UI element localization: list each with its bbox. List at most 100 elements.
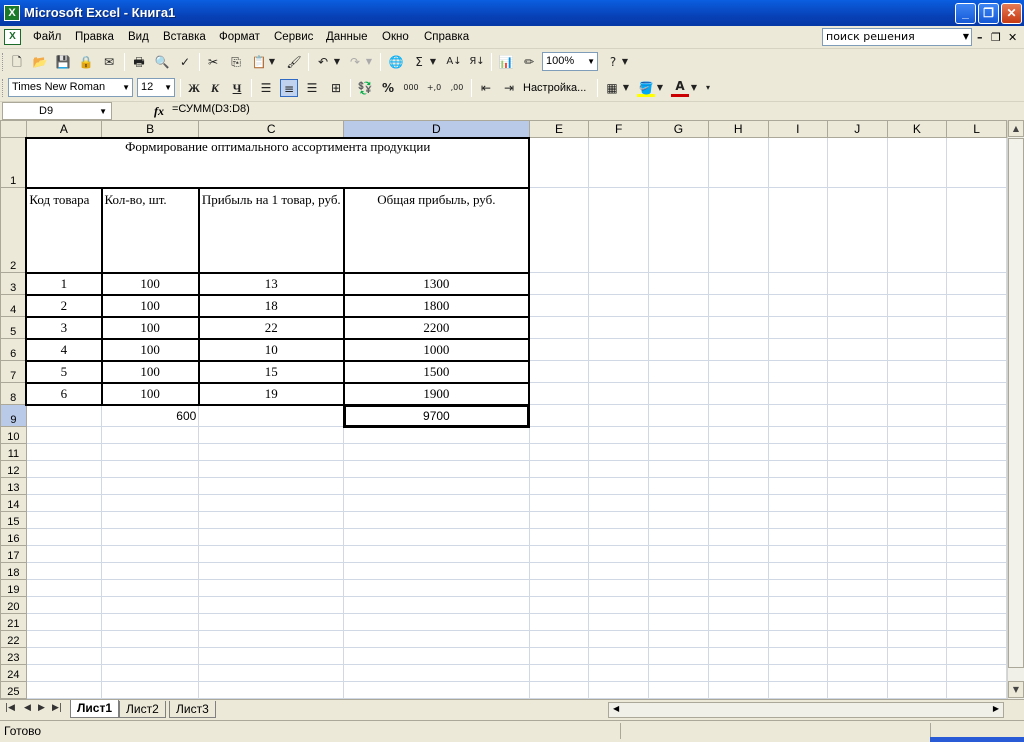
help-search-input[interactable]: поиск решения ▼ [822, 28, 972, 46]
row-header[interactable]: 9 [0, 404, 27, 427]
cell[interactable] [588, 404, 649, 427]
col-header-d[interactable]: D [343, 120, 530, 138]
cell[interactable] [198, 613, 345, 631]
cell[interactable] [100, 528, 200, 546]
cell[interactable] [826, 511, 888, 529]
fill-color-icon[interactable]: 🪣 [637, 79, 655, 97]
cell[interactable] [25, 681, 103, 699]
cell[interactable] [588, 528, 649, 546]
cell[interactable] [767, 511, 828, 529]
cell[interactable] [648, 294, 709, 317]
cell-code[interactable]: 6 [25, 381, 103, 406]
cell[interactable] [826, 360, 888, 383]
cell[interactable] [343, 613, 530, 631]
cell[interactable] [826, 294, 888, 317]
cell[interactable] [946, 460, 1007, 478]
row-header[interactable]: 8 [0, 382, 27, 405]
cell[interactable] [588, 460, 649, 478]
cell[interactable] [648, 664, 709, 682]
cell[interactable] [707, 338, 769, 361]
cell[interactable] [826, 613, 888, 631]
row-header[interactable]: 20 [0, 596, 27, 614]
cell[interactable] [198, 511, 345, 529]
cell[interactable] [648, 477, 709, 495]
cell[interactable] [100, 562, 200, 580]
cell[interactable] [826, 187, 888, 273]
cell[interactable] [588, 545, 649, 563]
cell[interactable] [946, 545, 1007, 563]
cell[interactable] [528, 681, 590, 699]
chart-wizard-icon[interactable]: 📊 [497, 53, 515, 71]
cell[interactable] [767, 613, 828, 631]
cell-code[interactable]: 5 [25, 359, 103, 384]
cell-unit-profit[interactable]: 22 [197, 315, 345, 340]
cell[interactable] [588, 426, 649, 444]
cell[interactable] [886, 494, 948, 512]
cell[interactable] [528, 511, 590, 529]
cell[interactable] [886, 382, 948, 405]
cell[interactable] [767, 545, 828, 563]
cell[interactable] [198, 494, 345, 512]
cell[interactable] [886, 579, 948, 597]
cell[interactable] [826, 562, 888, 580]
cell[interactable] [25, 664, 103, 682]
row-header[interactable]: 21 [0, 613, 27, 631]
font-size-select[interactable]: 12 ▼ [137, 78, 175, 97]
cell-unit-profit[interactable]: 18 [197, 293, 345, 318]
menu-window[interactable]: Окно [382, 31, 409, 43]
cell[interactable] [886, 272, 948, 295]
cell-total-profit[interactable]: 1900 [342, 381, 531, 406]
cell[interactable] [767, 443, 828, 461]
cell[interactable] [886, 360, 948, 383]
cell[interactable] [886, 647, 948, 665]
cell[interactable] [343, 528, 530, 546]
cell[interactable] [648, 404, 709, 427]
cell[interactable] [886, 477, 948, 495]
row-header[interactable]: 5 [0, 316, 27, 339]
row-header[interactable]: 4 [0, 294, 27, 317]
cell[interactable] [100, 647, 200, 665]
cell[interactable] [767, 404, 828, 427]
cell[interactable] [25, 579, 103, 597]
cell[interactable] [826, 137, 888, 188]
cell[interactable] [588, 630, 649, 648]
row-header[interactable]: 15 [0, 511, 27, 529]
print-preview-icon[interactable]: 🔍 [153, 53, 171, 71]
row-header[interactable]: 6 [0, 338, 27, 361]
row-header[interactable]: 23 [0, 647, 27, 665]
cell[interactable] [767, 647, 828, 665]
tab-sheet1[interactable]: Лист1 [70, 700, 120, 718]
cell[interactable] [826, 460, 888, 478]
scroll-left-icon[interactable]: ◀ [613, 704, 619, 713]
cell[interactable] [648, 382, 709, 405]
cell[interactable] [100, 477, 200, 495]
last-sheet-icon[interactable]: ▶| [52, 703, 62, 713]
cell[interactable] [588, 338, 649, 361]
toolbar-options-button[interactable]: Настройка... [523, 82, 586, 94]
cell[interactable] [588, 137, 649, 188]
cell[interactable] [198, 545, 345, 563]
cell[interactable] [767, 596, 828, 614]
cell-unit-profit[interactable]: 13 [197, 271, 345, 296]
cell-quantity[interactable]: 100 [100, 271, 200, 296]
cell[interactable] [826, 630, 888, 648]
cell[interactable] [588, 494, 649, 512]
cell[interactable] [528, 382, 590, 405]
row-header[interactable]: 24 [0, 664, 27, 682]
cell-unit-profit[interactable]: 15 [197, 359, 345, 384]
menu-data[interactable]: Данные [326, 31, 368, 43]
prev-sheet-icon[interactable]: ◀ [24, 703, 31, 713]
cell[interactable] [946, 630, 1007, 648]
cell[interactable] [826, 477, 888, 495]
scroll-right-icon[interactable]: ▶ [993, 704, 999, 713]
cell-quantity[interactable]: 100 [100, 315, 200, 340]
align-right-icon[interactable]: ☰ [303, 79, 321, 97]
chevron-down-icon[interactable]: ▼ [655, 79, 665, 97]
underline-button[interactable]: Ч [228, 79, 246, 97]
cell[interactable] [648, 443, 709, 461]
cell[interactable] [946, 613, 1007, 631]
cell[interactable] [198, 562, 345, 580]
cell[interactable] [767, 664, 828, 682]
cell[interactable] [946, 360, 1007, 383]
cell[interactable] [588, 272, 649, 295]
